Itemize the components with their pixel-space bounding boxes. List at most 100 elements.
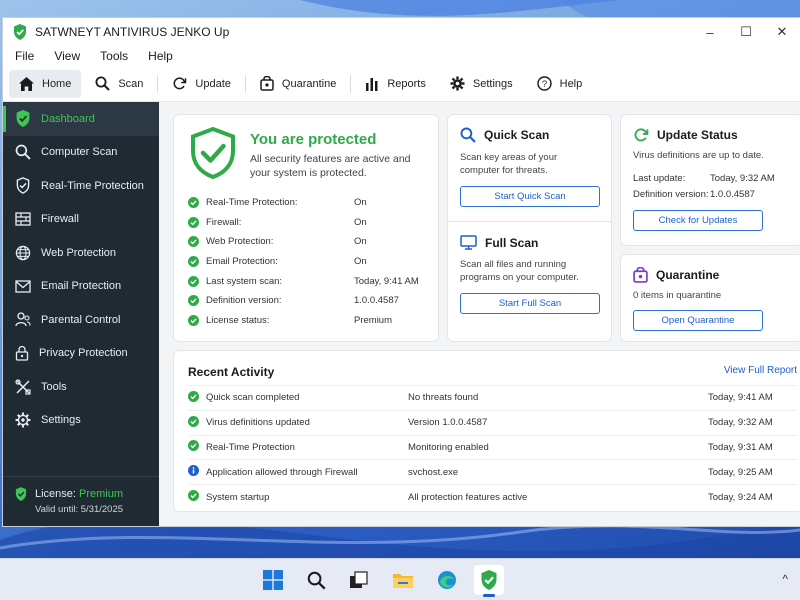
activity-time: Today, 9:25 AM [708, 466, 773, 478]
activity-detail: All protection features active [408, 491, 528, 503]
toolbar-settings-label: Settings [472, 77, 513, 90]
file-explorer-button[interactable] [388, 565, 418, 595]
table-row: Quick scan completed No threats found To… [188, 385, 797, 410]
home-icon [19, 76, 34, 91]
sidebar-item-label: Real-Time Protection [41, 179, 144, 192]
check-circle-icon [188, 256, 199, 268]
start-full-scan-button[interactable]: Start Full Scan [460, 293, 600, 314]
tray-overflow-chevron[interactable]: ^ [782, 572, 788, 586]
menu-file[interactable]: File [15, 49, 34, 63]
sidebar-item-privacy-protection[interactable]: Privacy Protection [3, 337, 159, 371]
shield-check-icon [16, 110, 30, 128]
check-circle-icon [188, 197, 199, 209]
quarantine-description: 0 items in quarantine [633, 290, 722, 301]
status-value: On [354, 216, 367, 228]
sidebar-item-label: Web Protection [41, 246, 117, 259]
sidebar-item-real-time-protection[interactable]: Real-Time Protection [3, 169, 159, 203]
toolbar-settings-button[interactable]: Settings [440, 70, 523, 98]
check-circle-icon [188, 216, 199, 228]
menu-view[interactable]: View [54, 49, 80, 63]
toolbar-scan-label: Scan [118, 77, 144, 90]
activity-time: Today, 9:32 AM [708, 417, 773, 429]
update-status-card: Update Status Virus definitions are up t… [620, 114, 800, 246]
protection-title: You are protected [250, 131, 377, 148]
shield-check-icon [16, 177, 30, 195]
toolbar: Home Scan Update Quarantine Reports Sett… [3, 66, 800, 102]
large-shield-check-icon [191, 127, 235, 179]
protection-status-card: You are protected All security features … [173, 114, 439, 342]
status-row: Firewall: On [188, 213, 428, 233]
quick-scan-title: Quick Scan [484, 128, 550, 142]
status-row: License status: Premium [188, 311, 428, 331]
last-update-label: Last update: [633, 173, 686, 184]
status-label: Email Protection: [206, 256, 278, 268]
check-circle-icon [188, 440, 199, 452]
toolbar-update-button[interactable]: Update [162, 70, 240, 98]
task-view-button[interactable] [344, 565, 374, 595]
activity-time: Today, 9:24 AM [708, 491, 773, 503]
toolbar-help-button[interactable]: ? Help [527, 70, 593, 98]
activity-event: Quick scan completed [206, 392, 300, 404]
users-icon [15, 312, 31, 327]
menu-bar: File View Tools Help [3, 46, 800, 66]
definition-version-value: 1.0.0.4587 [710, 189, 755, 200]
check-circle-icon [188, 314, 199, 326]
toolbar-separator [157, 74, 159, 93]
recent-activity-card: Recent Activity View Full Report Quick s… [173, 350, 800, 512]
menu-tools[interactable]: Tools [100, 49, 128, 63]
antivirus-taskbar-button[interactable] [474, 565, 504, 597]
sidebar-item-settings[interactable]: Settings [3, 404, 159, 438]
toolbar-home-button[interactable]: Home [9, 69, 82, 98]
status-label: Real-Time Protection: [206, 197, 298, 209]
toolbar-quarantine-button[interactable]: Quarantine [250, 70, 346, 98]
sidebar-item-parental-control[interactable]: Parental Control [3, 303, 159, 337]
search-icon [307, 571, 326, 590]
start-quick-scan-button[interactable]: Start Quick Scan [460, 186, 600, 207]
sidebar-item-web-protection[interactable]: Web Protection [3, 236, 159, 270]
gear-icon [450, 76, 465, 91]
sidebar-item-email-protection[interactable]: Email Protection [3, 270, 159, 304]
toolbar-scan-button[interactable]: Scan [85, 70, 153, 98]
taskbar-search-button[interactable] [301, 565, 331, 595]
search-icon [95, 76, 111, 91]
status-row: Email Protection: On [188, 252, 428, 272]
status-value: Today, 9:41 AM [354, 275, 419, 287]
sidebar-item-firewall[interactable]: Firewall [3, 203, 159, 237]
protection-status-list: Real-Time Protection: On Firewall: On We… [188, 193, 428, 330]
gear-icon [15, 412, 31, 428]
view-full-report-link[interactable]: View Full Report [724, 365, 797, 376]
sidebar-item-label: Settings [41, 414, 81, 427]
license-value: Premium [78, 488, 123, 500]
toolbar-reports-button[interactable]: Reports [355, 70, 436, 98]
active-app-indicator [483, 594, 495, 597]
status-value: Premium [354, 314, 393, 326]
check-for-updates-button[interactable]: Check for Updates [633, 210, 763, 231]
license-label: License: [35, 488, 76, 500]
open-quarantine-button[interactable]: Open Quarantine [633, 310, 763, 331]
status-label: License status: [206, 314, 270, 326]
status-value: On [354, 236, 367, 248]
toolbar-separator [350, 74, 352, 93]
status-label: Firewall: [206, 216, 242, 228]
sidebar-item-computer-scan[interactable]: Computer Scan [3, 136, 159, 170]
sidebar-item-tools[interactable]: Tools [3, 370, 159, 404]
check-circle-icon [188, 490, 199, 502]
status-label: Last system scan: [206, 275, 283, 287]
table-row: Application allowed through Firewall svc… [188, 459, 797, 484]
windows-start-button[interactable] [258, 565, 288, 595]
sidebar-item-label: Privacy Protection [39, 347, 128, 360]
maximize-button[interactable]: ☐ [728, 18, 764, 46]
app-logo-icon [14, 24, 26, 40]
update-status-description: Virus definitions are up to date. [633, 150, 764, 161]
status-label: Web Protection: [206, 236, 274, 248]
activity-event: System startup [206, 491, 270, 503]
menu-help[interactable]: Help [148, 49, 173, 63]
edge-browser-button[interactable] [432, 565, 462, 595]
toolbar-reports-label: Reports [387, 77, 426, 90]
minimize-button[interactable]: – [692, 18, 728, 46]
activity-detail: svchost.exe [408, 466, 459, 478]
check-circle-icon [188, 236, 199, 248]
status-row: Real-Time Protection: On [188, 193, 428, 213]
close-button[interactable]: ✕ [764, 18, 800, 46]
sidebar-item-dashboard[interactable]: Dashboard [3, 102, 159, 136]
